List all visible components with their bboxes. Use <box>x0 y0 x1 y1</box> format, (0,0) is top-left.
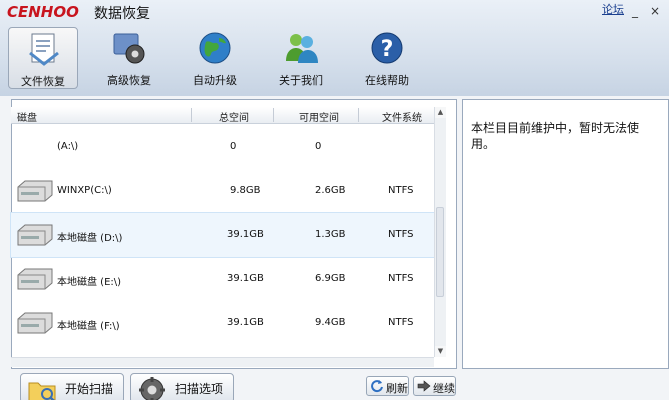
title-toolbar-band: CENHOO 数据恢复 论坛 _ × 文件恢复 高级恢复 自动升级 关于我们 ?… <box>0 0 669 97</box>
column-header-disk[interactable]: 磁盘 <box>17 109 37 124</box>
tab-about-us[interactable]: 关于我们 <box>266 27 336 89</box>
gear-recovery-icon <box>113 33 145 64</box>
drive-name: WINXP(C:\) <box>57 185 112 196</box>
arrow-right-icon <box>417 380 431 392</box>
drive-fs: NTFS <box>388 185 414 196</box>
minimize-button[interactable]: _ <box>628 4 642 18</box>
tab-online-help[interactable]: ? 在线帮助 <box>352 27 422 89</box>
tool-label: 自动升级 <box>193 74 237 87</box>
scroll-thumb[interactable] <box>436 207 444 297</box>
tab-file-recovery[interactable]: 文件恢复 <box>8 27 78 89</box>
scroll-up-icon[interactable]: ▲ <box>435 107 446 118</box>
drive-table-body: (A:\) 0 0 WINXP(C:\) 9.8GB 2.6GB NTFS 本地… <box>10 125 435 357</box>
tool-label: 在线帮助 <box>365 74 409 87</box>
drive-name: 本地磁盘 (F:\) <box>57 321 120 332</box>
drive-total: 39.1GB <box>227 317 264 328</box>
tool-label: 关于我们 <box>279 74 323 87</box>
table-row[interactable]: 本地磁盘 (D:\) 39.1GB 1.3GB NTFS <box>10 212 435 258</box>
table-row[interactable]: (A:\) 0 0 <box>11 125 434 169</box>
drive-free: 1.3GB <box>315 229 346 240</box>
drive-total: 39.1GB <box>227 229 264 240</box>
close-button[interactable]: × <box>648 4 662 18</box>
drive-free: 0 <box>315 141 322 152</box>
hard-drive-icon <box>17 268 53 290</box>
tab-advanced-recovery[interactable]: 高级恢复 <box>94 27 164 89</box>
tab-auto-upgrade[interactable]: 自动升级 <box>180 27 250 89</box>
continue-label: 继续 <box>433 382 455 395</box>
column-header-total[interactable]: 总空间 <box>219 109 249 124</box>
gear-icon <box>139 377 165 400</box>
drive-total: 9.8GB <box>230 185 261 196</box>
scan-options-button[interactable]: 扫描选项 <box>130 373 234 400</box>
column-separator[interactable] <box>358 108 359 122</box>
hard-drive-icon <box>17 312 53 334</box>
scroll-down-icon[interactable]: ▼ <box>435 346 446 357</box>
app-window: CENHOO 数据恢复 论坛 _ × 文件恢复 高级恢复 自动升级 关于我们 ?… <box>0 0 669 400</box>
scan-options-label: 扫描选项 <box>175 382 224 396</box>
cenhoo-logo: CENHOO <box>7 3 79 21</box>
drive-name: 本地磁盘 (E:\) <box>57 277 122 288</box>
svg-text:CENHOO: CENHOO <box>7 3 79 21</box>
drive-total: 39.1GB <box>227 273 264 284</box>
hard-drive-icon <box>17 180 53 202</box>
start-scan-label: 开始扫描 <box>65 382 114 396</box>
drive-fs: NTFS <box>388 273 414 284</box>
drive-free: 2.6GB <box>315 185 346 196</box>
tool-label: 文件恢复 <box>21 75 65 88</box>
drive-name: (A:\) <box>57 141 79 152</box>
drive-fs: NTFS <box>388 317 414 328</box>
table-row[interactable]: 本地磁盘 (E:\) 39.1GB 6.9GB NTFS <box>11 257 434 301</box>
drive-free: 6.9GB <box>315 273 346 284</box>
start-scan-button[interactable]: 开始扫描 <box>20 373 124 400</box>
drive-table-header: 磁盘 总空间 可用空间 文件系统 <box>11 107 434 124</box>
drive-name: 本地磁盘 (D:\) <box>57 233 123 244</box>
column-separator[interactable] <box>273 108 274 122</box>
folder-scan-icon <box>28 382 56 400</box>
drive-total: 0 <box>230 141 237 152</box>
continue-button[interactable]: 继续 <box>413 376 456 396</box>
refresh-icon <box>371 380 383 393</box>
drive-fs: NTFS <box>388 229 414 240</box>
table-row[interactable]: WINXP(C:\) 9.8GB 2.6GB NTFS <box>11 169 434 213</box>
column-separator[interactable] <box>191 108 192 122</box>
table-row[interactable]: 本地磁盘 (F:\) 39.1GB 9.4GB NTFS <box>11 301 434 345</box>
info-panel: 本栏目目前维护中，暂时无法使用。 <box>462 99 669 369</box>
horizontal-scrollbar[interactable] <box>11 357 434 367</box>
main-body: 磁盘 总空间 可用空间 文件系统 (A:\) 0 0 WINXP(C:\) 9.… <box>0 96 669 400</box>
svg-text:?: ? <box>381 37 394 62</box>
forum-link[interactable]: 论坛 <box>602 1 624 17</box>
column-header-free[interactable]: 可用空间 <box>299 109 339 124</box>
refresh-button[interactable]: 刷新 <box>366 376 409 396</box>
column-header-filesystem[interactable]: 文件系统 <box>382 109 422 124</box>
drive-free: 9.4GB <box>315 317 346 328</box>
tool-label: 高级恢复 <box>107 74 151 87</box>
maintenance-message: 本栏目目前维护中，暂时无法使用。 <box>471 121 640 151</box>
window-title: 数据恢复 <box>94 6 150 22</box>
refresh-label: 刷新 <box>386 382 408 395</box>
window-controls: _ × <box>628 4 662 18</box>
users-icon <box>286 34 318 63</box>
file-recovery-icon <box>29 33 59 66</box>
help-icon: ? <box>371 32 403 64</box>
hard-drive-icon <box>17 224 53 246</box>
vertical-scrollbar[interactable]: ▲ ▼ <box>434 107 446 357</box>
globe-icon <box>199 32 231 64</box>
